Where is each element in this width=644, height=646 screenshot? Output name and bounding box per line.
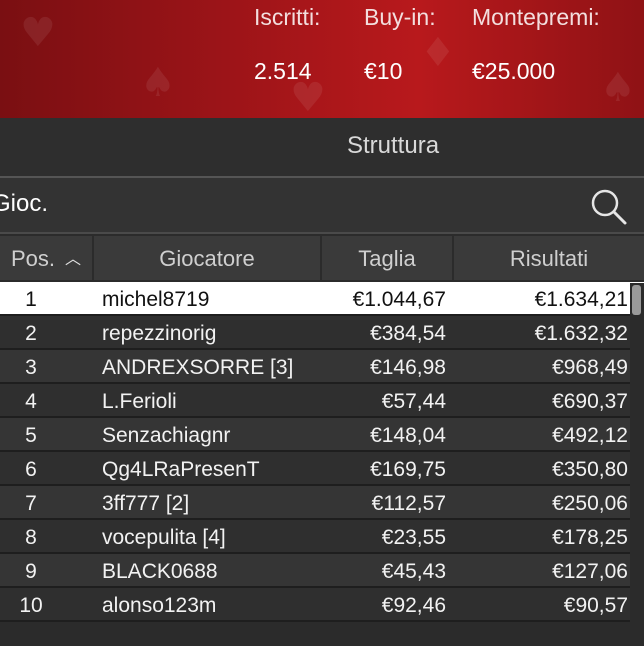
row-size: €57,44 — [381, 390, 446, 413]
list-scrollbar[interactable] — [630, 283, 644, 646]
entrants-value: 2.514 — [254, 58, 312, 84]
table-row[interactable]: 6 Qg4LRaPresenT €169,75 €350,80 — [0, 452, 644, 486]
row-player: ANDREXSORRE [3] — [102, 356, 294, 379]
entrants-label: Iscritti: — [254, 4, 321, 30]
row-position: 1 — [25, 288, 37, 311]
row-size: €169,75 — [370, 458, 446, 481]
row-result: €250,06 — [552, 492, 628, 515]
table-row[interactable]: 4 L.Ferioli €57,44 €690,37 — [0, 384, 644, 418]
row-position: 9 — [25, 560, 37, 583]
row-result: €350,80 — [552, 458, 628, 481]
row-position: 6 — [25, 458, 37, 481]
row-result: €1.634,21 — [534, 288, 628, 311]
row-size: €1.044,67 — [352, 288, 446, 311]
row-player: michel8719 — [102, 288, 210, 311]
row-size: €148,04 — [370, 424, 446, 447]
row-result: €178,25 — [552, 526, 628, 549]
player-search-bar: Gioc. — [0, 178, 644, 234]
row-result: €1.632,32 — [534, 322, 628, 345]
row-player: alonso123m — [102, 594, 217, 617]
row-size: €146,98 — [370, 356, 446, 379]
suit-decoration: ♠ — [600, 65, 636, 111]
row-player: Senzachiagnr — [102, 424, 231, 447]
row-position: 4 — [25, 390, 37, 413]
row-result: €690,37 — [552, 390, 628, 413]
suit-decoration: ♥ — [20, 10, 56, 56]
table-row[interactable]: 10 alonso123m €92,46 €90,57 — [0, 588, 644, 622]
tab-bar: Struttura — [0, 118, 644, 178]
column-header-label: Taglia — [358, 246, 416, 271]
search-icon[interactable] — [588, 186, 628, 226]
row-player: Qg4LRaPresenT — [102, 458, 260, 481]
row-position: 5 — [25, 424, 37, 447]
player-search-input[interactable]: Gioc. — [0, 190, 48, 218]
column-header-size[interactable]: Taglia — [322, 236, 454, 280]
table-row[interactable]: 2 repezzinorig €384,54 €1.632,32 — [0, 316, 644, 350]
row-result: €90,57 — [563, 594, 628, 617]
table-row[interactable]: 8 vocepulita [4] €23,55 €178,25 — [0, 520, 644, 554]
column-header-results[interactable]: Risultati — [454, 236, 644, 280]
table-row[interactable]: 7 3ff777 [2] €112,57 €250,06 — [0, 486, 644, 520]
table-row[interactable]: 9 BLACK0688 €45,43 €127,06 — [0, 554, 644, 588]
row-size: €45,43 — [381, 560, 446, 583]
row-player: L.Ferioli — [102, 390, 177, 413]
scrollbar-thumb[interactable] — [632, 285, 641, 315]
table-row[interactable]: 5 Senzachiagnr €148,04 €492,12 — [0, 418, 644, 452]
buyin-label: Buy-in: — [364, 4, 436, 30]
row-player: BLACK0688 — [102, 560, 218, 583]
row-position: 2 — [25, 322, 37, 345]
row-size: €23,55 — [381, 526, 446, 549]
prize-pool-label: Montepremi: — [472, 4, 600, 30]
table-row[interactable]: 1 michel8719 €1.044,67 €1.634,21 — [0, 282, 644, 316]
row-size: €384,54 — [370, 322, 446, 345]
column-header-position[interactable]: Pos. ︿ — [0, 236, 94, 280]
tournament-banner: ♥ ♠ ♥ ♠ ♦ Iscritti: 2.514 Buy-in: €10 Mo… — [0, 0, 644, 118]
row-player: vocepulita [4] — [102, 526, 226, 549]
row-player: 3ff777 [2] — [102, 492, 190, 515]
suit-decoration: ♠ — [140, 60, 176, 106]
column-header-label: Pos. — [10, 246, 55, 271]
row-result: €127,06 — [552, 560, 628, 583]
column-header-player[interactable]: Giocatore — [94, 236, 322, 280]
player-list: 1 michel8719 €1.044,67 €1.634,21 2 repez… — [0, 282, 644, 622]
row-result: €492,12 — [552, 424, 628, 447]
row-size: €92,46 — [381, 594, 446, 617]
row-position: 7 — [25, 492, 37, 515]
table-row[interactable]: 3 ANDREXSORRE [3] €146,98 €968,49 — [0, 350, 644, 384]
row-player: repezzinorig — [102, 322, 217, 345]
row-position: 3 — [25, 356, 37, 379]
table-header: Pos. ︿ Giocatore Taglia Risultati — [0, 236, 644, 280]
prize-pool-value: €25.000 — [472, 58, 556, 84]
row-size: €112,57 — [371, 492, 446, 515]
suit-decoration: ♦ — [420, 30, 456, 76]
column-header-label: Risultati — [509, 246, 589, 271]
column-header-label: Giocatore — [159, 246, 255, 271]
buyin-value: €10 — [364, 58, 403, 84]
row-result: €968,49 — [552, 356, 628, 379]
row-position: 8 — [25, 526, 37, 549]
tab-structure[interactable]: Struttura — [347, 132, 439, 160]
row-position: 10 — [19, 594, 43, 617]
chevron-up-icon: ︿ — [65, 249, 82, 268]
